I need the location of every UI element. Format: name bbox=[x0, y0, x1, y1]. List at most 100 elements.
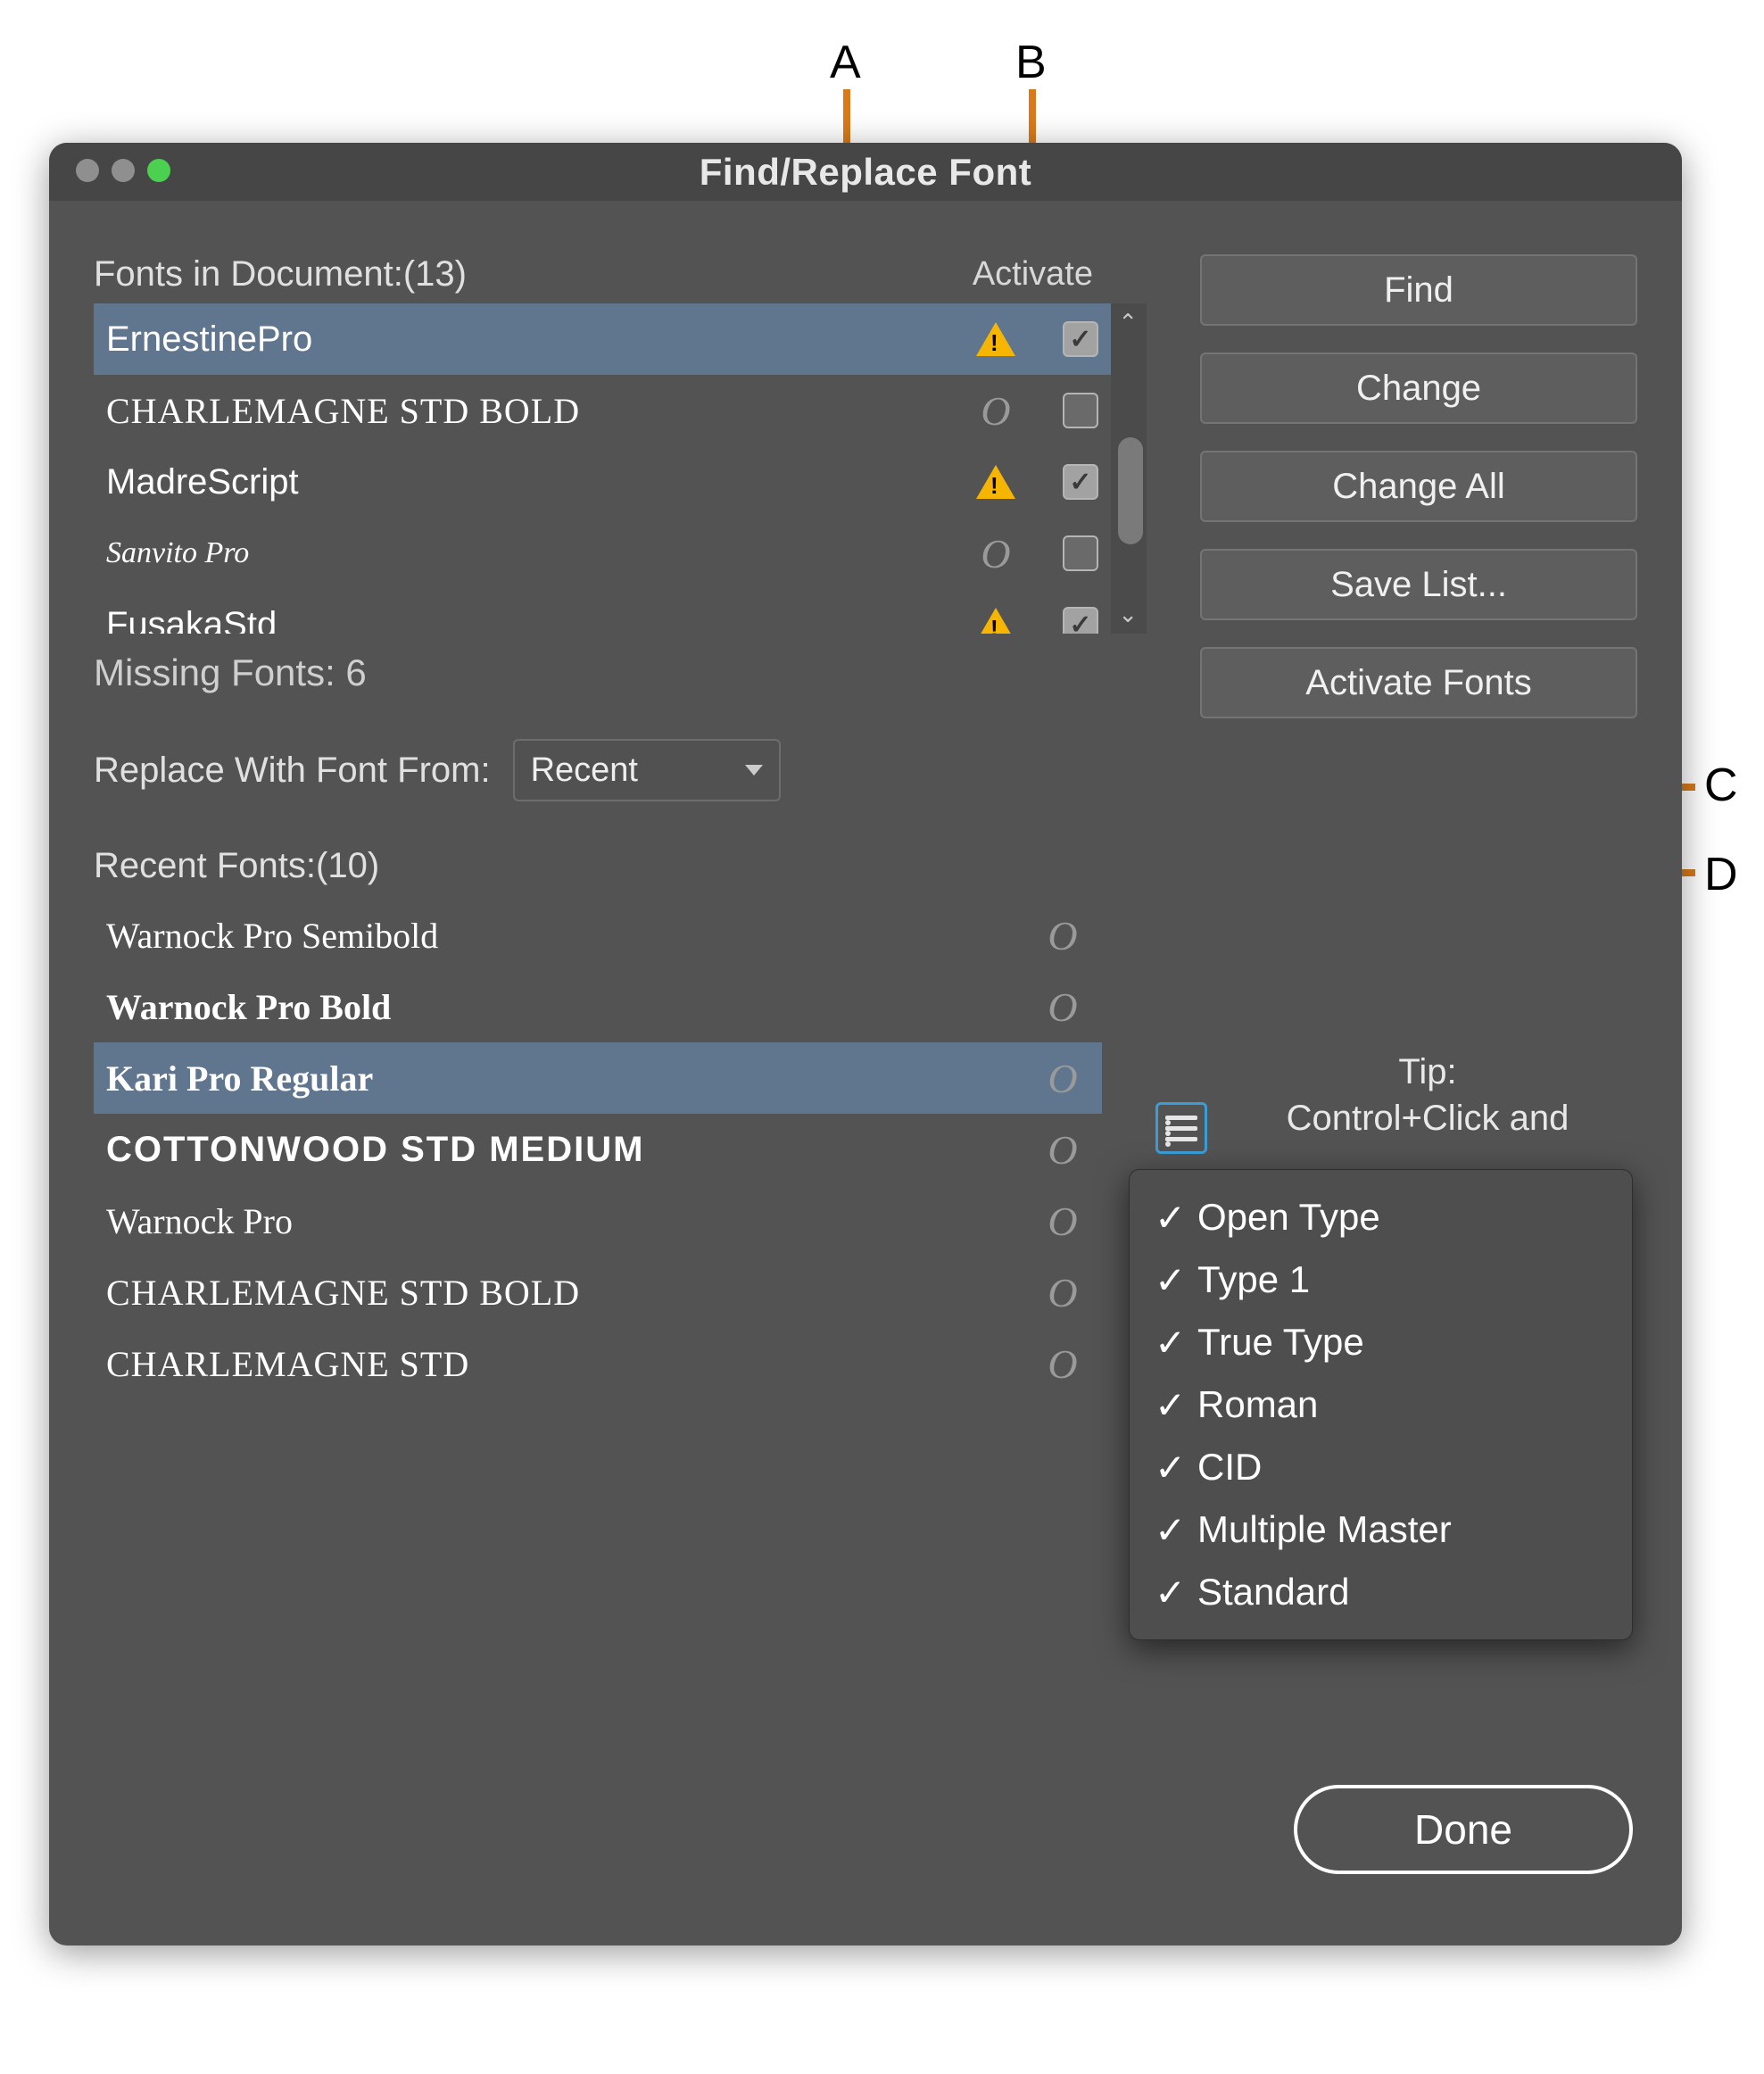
fonts-in-doc-label: Fonts in Document:(13) bbox=[94, 254, 467, 295]
replace-source-value: Recent bbox=[531, 751, 638, 790]
find-replace-font-dialog: Find/Replace Font Fonts in Document:(13)… bbox=[49, 143, 1682, 1945]
check-icon: ✓ bbox=[1155, 1571, 1181, 1614]
change-all-button[interactable]: Change All bbox=[1200, 451, 1637, 522]
save-list-button[interactable]: Save List... bbox=[1200, 549, 1637, 620]
scroll-down-icon[interactable]: ⌄ bbox=[1118, 601, 1138, 628]
recent-font-row[interactable]: CHARLEMAGNE STDO bbox=[94, 1328, 1102, 1399]
callout-a-label: A bbox=[830, 36, 861, 89]
filter-icon bbox=[1165, 1126, 1197, 1131]
window-controls bbox=[76, 159, 170, 182]
zoom-window-icon[interactable] bbox=[147, 159, 170, 182]
callout-d-label: D bbox=[1704, 848, 1738, 901]
filter-menu-label: Type 1 bbox=[1197, 1258, 1310, 1301]
filter-icon bbox=[1165, 1137, 1197, 1141]
activate-checkbox[interactable] bbox=[1063, 535, 1098, 571]
filter-fonts-button[interactable] bbox=[1155, 1102, 1207, 1154]
opentype-icon: O bbox=[1036, 1340, 1089, 1388]
filter-menu-label: True Type bbox=[1197, 1321, 1364, 1364]
opentype-icon: O bbox=[1036, 1055, 1089, 1102]
font-name-label: Sanvito Pro bbox=[106, 536, 965, 570]
tip-line: Control+Click and bbox=[1218, 1095, 1637, 1141]
activate-checkbox[interactable] bbox=[1063, 393, 1098, 428]
font-name-label: Kari Pro Regular bbox=[106, 1058, 1036, 1099]
tip-text: Tip: Control+Click and bbox=[1218, 1049, 1637, 1141]
recent-font-row[interactable]: Kari Pro RegularO bbox=[94, 1042, 1102, 1114]
recent-font-row[interactable]: Warnock Pro BoldO bbox=[94, 971, 1102, 1042]
font-type-indicator: O bbox=[965, 387, 1027, 435]
check-icon: ✓ bbox=[1155, 1196, 1181, 1240]
callout-b-label: B bbox=[1015, 36, 1047, 89]
activate-checkbox[interactable] bbox=[1063, 464, 1098, 500]
check-icon: ✓ bbox=[1155, 1258, 1181, 1302]
font-name-label: CHARLEMAGNE STD BOLD bbox=[106, 390, 965, 432]
filter-menu-label: Roman bbox=[1197, 1383, 1318, 1426]
doc-font-row[interactable]: ErnestinePro bbox=[94, 303, 1147, 375]
change-button[interactable]: Change bbox=[1200, 353, 1637, 424]
opentype-icon: O bbox=[1036, 1269, 1089, 1316]
activate-fonts-button[interactable]: Activate Fonts bbox=[1200, 647, 1637, 718]
filter-icon bbox=[1165, 1116, 1197, 1120]
recent-font-row[interactable]: CHARLEMAGNE STD BOLDO bbox=[94, 1257, 1102, 1328]
document-fonts-list[interactable]: ErnestinePro CHARLEMAGNE STD BOLD O MadreSc… bbox=[94, 303, 1147, 634]
filter-menu-label: CID bbox=[1197, 1446, 1262, 1489]
font-type-indicator: O bbox=[965, 530, 1027, 577]
check-icon: ✓ bbox=[1155, 1321, 1181, 1365]
font-type-filter-menu[interactable]: ✓Open Type✓Type 1✓True Type✓Roman✓CID✓Mu… bbox=[1129, 1169, 1633, 1640]
missing-font-indicator bbox=[965, 322, 1027, 356]
font-name-label: Warnock Pro Bold bbox=[106, 986, 1036, 1028]
font-name-label: Warnock Pro Semibold bbox=[106, 915, 1036, 957]
filter-menu-item[interactable]: ✓ Type 1 bbox=[1130, 1249, 1632, 1311]
font-name-label: MadreScript bbox=[106, 462, 965, 502]
missing-font-indicator bbox=[965, 608, 1027, 634]
minimize-window-icon[interactable] bbox=[112, 159, 135, 182]
titlebar: Find/Replace Font bbox=[49, 143, 1682, 201]
recent-font-row[interactable]: COTTONWOOD STD MEDIUMO bbox=[94, 1114, 1102, 1185]
done-button[interactable]: Done bbox=[1294, 1785, 1633, 1874]
scrollbar-thumb[interactable] bbox=[1118, 437, 1143, 544]
filter-menu-item[interactable]: ✓ Open Type bbox=[1130, 1186, 1632, 1249]
recent-fonts-label: Recent Fonts:(10) bbox=[94, 846, 379, 885]
font-name-label: COTTONWOOD STD MEDIUM bbox=[106, 1130, 1036, 1170]
close-window-icon[interactable] bbox=[76, 159, 99, 182]
activate-checkbox[interactable] bbox=[1063, 607, 1098, 634]
font-name-label: ErnestinePro bbox=[106, 319, 965, 360]
replace-with-row: Replace With Font From: Recent bbox=[94, 739, 1637, 801]
filter-menu-item[interactable]: ✓Multiple Master bbox=[1130, 1498, 1632, 1561]
replace-source-dropdown[interactable]: Recent bbox=[513, 739, 781, 801]
doc-font-row[interactable]: CHARLEMAGNE STD BOLD O bbox=[94, 375, 1147, 446]
opentype-icon: O bbox=[1036, 983, 1089, 1031]
activate-checkbox[interactable] bbox=[1063, 321, 1098, 357]
filter-menu-item[interactable]: ✓Roman bbox=[1130, 1373, 1632, 1436]
doc-font-row[interactable]: MadreScript bbox=[94, 446, 1147, 518]
activate-column-label: Activate bbox=[973, 255, 1093, 294]
recent-fonts-list[interactable]: Warnock Pro SemiboldOWarnock Pro BoldOKa… bbox=[94, 900, 1102, 1399]
filter-menu-item[interactable]: ✓ CID bbox=[1130, 1436, 1632, 1498]
missing-font-indicator bbox=[965, 465, 1027, 499]
find-button[interactable]: Find bbox=[1200, 254, 1637, 326]
dialog-body: Fonts in Document:(13) Activate Ernestin… bbox=[49, 201, 1682, 1945]
warning-icon bbox=[976, 322, 1015, 356]
recent-font-row[interactable]: Warnock ProO bbox=[94, 1185, 1102, 1257]
opentype-icon: O bbox=[1036, 1198, 1089, 1245]
font-name-label: CHARLEMAGNE STD bbox=[106, 1343, 1036, 1385]
doc-font-row[interactable]: Sanvito Pro O bbox=[94, 518, 1147, 589]
scroll-up-icon[interactable]: ⌃ bbox=[1118, 309, 1138, 336]
font-name-label: CHARLEMAGNE STD BOLD bbox=[106, 1272, 1036, 1314]
opentype-icon: O bbox=[1036, 912, 1089, 959]
dialog-title: Find/Replace Font bbox=[700, 151, 1032, 194]
filter-menu-item[interactable]: ✓ Standard bbox=[1130, 1561, 1632, 1623]
filter-menu-label: Standard bbox=[1197, 1571, 1349, 1614]
callout-c-label: C bbox=[1704, 759, 1738, 812]
opentype-icon: O bbox=[981, 387, 1010, 435]
scrollbar-track[interactable]: ⌃ ⌄ bbox=[1111, 303, 1147, 634]
doc-font-row[interactable]: FusakaStd bbox=[94, 589, 1147, 634]
opentype-icon: O bbox=[981, 530, 1010, 577]
warning-icon bbox=[976, 608, 1015, 634]
filter-menu-label: Open Type bbox=[1197, 1196, 1380, 1239]
check-icon: ✓ bbox=[1155, 1446, 1181, 1489]
font-name-label: Warnock Pro bbox=[106, 1200, 1036, 1242]
check-icon: ✓ bbox=[1155, 1508, 1181, 1552]
recent-font-row[interactable]: Warnock Pro SemiboldO bbox=[94, 900, 1102, 971]
side-button-column: Find Change Change All Save List... Acti… bbox=[1200, 254, 1637, 718]
filter-menu-item[interactable]: ✓ True Type bbox=[1130, 1311, 1632, 1373]
